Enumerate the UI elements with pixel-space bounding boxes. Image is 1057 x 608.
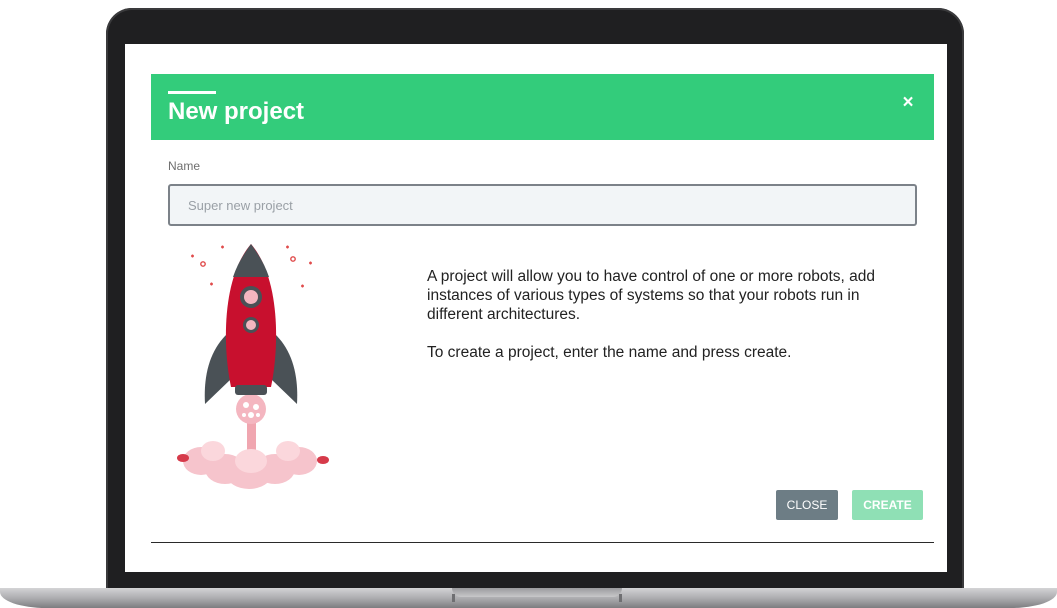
description-paragraph: A project will allow you to have control… xyxy=(427,268,876,323)
create-button[interactable]: CREATE xyxy=(852,490,923,520)
header-accent-line xyxy=(168,91,216,94)
dialog-header: New project × xyxy=(151,74,934,140)
close-icon[interactable]: × xyxy=(899,93,917,112)
description-paragraph: To create a project, enter the name and … xyxy=(427,344,792,361)
dialog-title: New project xyxy=(168,98,305,125)
laptop-notch xyxy=(452,588,622,597)
new-project-dialog: New project × Name Super new project A p… xyxy=(151,74,934,543)
close-button[interactable]: CLOSE xyxy=(776,490,838,520)
rocket-illustration xyxy=(177,244,329,489)
project-description: A project will allow you to have control… xyxy=(427,267,897,381)
project-name-input[interactable] xyxy=(168,184,917,226)
hinge-mark xyxy=(619,594,622,602)
hinge-mark xyxy=(452,594,455,602)
name-label: Name xyxy=(168,159,201,173)
